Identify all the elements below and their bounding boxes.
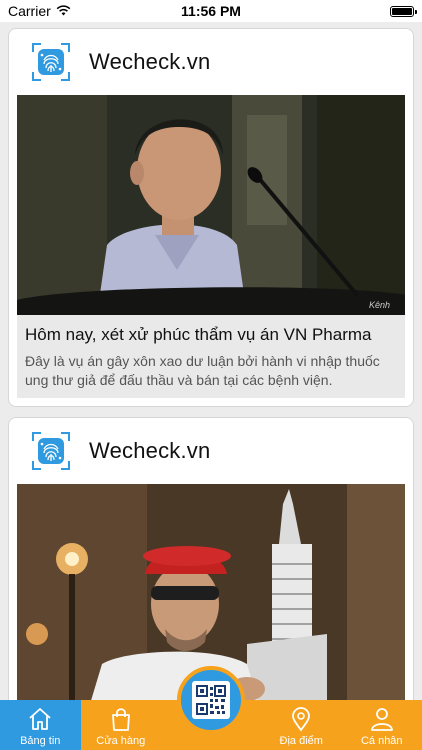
carrier-label: Carrier <box>8 3 51 19</box>
person-icon <box>370 708 393 731</box>
source-name: Wecheck.vn <box>89 49 211 74</box>
status-left: Carrier <box>8 3 71 19</box>
news-description: Đây là vụ án gây xôn xao dư luận bởi hàn… <box>25 353 380 388</box>
fingerprint-logo-icon <box>31 431 71 471</box>
location-pin-icon <box>292 707 311 732</box>
card-header: Wecheck.vn <box>9 29 413 95</box>
tab-label: Cá nhân <box>360 735 403 747</box>
fingerprint-logo-icon <box>31 42 71 82</box>
tab-locations[interactable]: Địa điểm <box>261 700 342 750</box>
tab-news-feed[interactable]: Bảng tin <box>0 700 81 750</box>
home-icon <box>29 708 51 730</box>
news-card[interactable]: Wecheck.vn <box>8 417 414 700</box>
tab-profile[interactable]: Cá nhân <box>342 700 422 750</box>
watermark-text: Kênh <box>369 300 390 310</box>
battery-icon <box>390 5 417 17</box>
news-image[interactable]: Kênh <box>17 95 405 315</box>
status-bar: Carrier 11:56 PM <box>0 0 422 22</box>
tab-store[interactable]: Cửa hàng <box>81 700 162 750</box>
tab-label: Địa điểm <box>279 735 323 747</box>
news-title[interactable]: Hôm nay, xét xử phúc thẩm vụ án VN Pharm… <box>25 323 397 347</box>
source-name: Wecheck.vn <box>89 438 211 463</box>
tab-label: Cửa hàng <box>96 735 146 747</box>
qr-code-icon <box>192 681 230 719</box>
qr-scan-button[interactable] <box>177 666 245 734</box>
wifi-icon <box>56 3 71 19</box>
card-caption[interactable]: Hôm nay, xét xử phúc thẩm vụ án VN Pharm… <box>17 315 405 398</box>
news-feed[interactable]: Wecheck.vn Kênh Hôm nay, xét xử phúc thẩ… <box>0 22 422 700</box>
news-card[interactable]: Wecheck.vn Kênh Hôm nay, xét xử phúc thẩ… <box>8 28 414 407</box>
tab-label: Bảng tin <box>20 735 61 747</box>
shopping-bag-icon <box>111 708 130 731</box>
card-header: Wecheck.vn <box>9 418 413 484</box>
